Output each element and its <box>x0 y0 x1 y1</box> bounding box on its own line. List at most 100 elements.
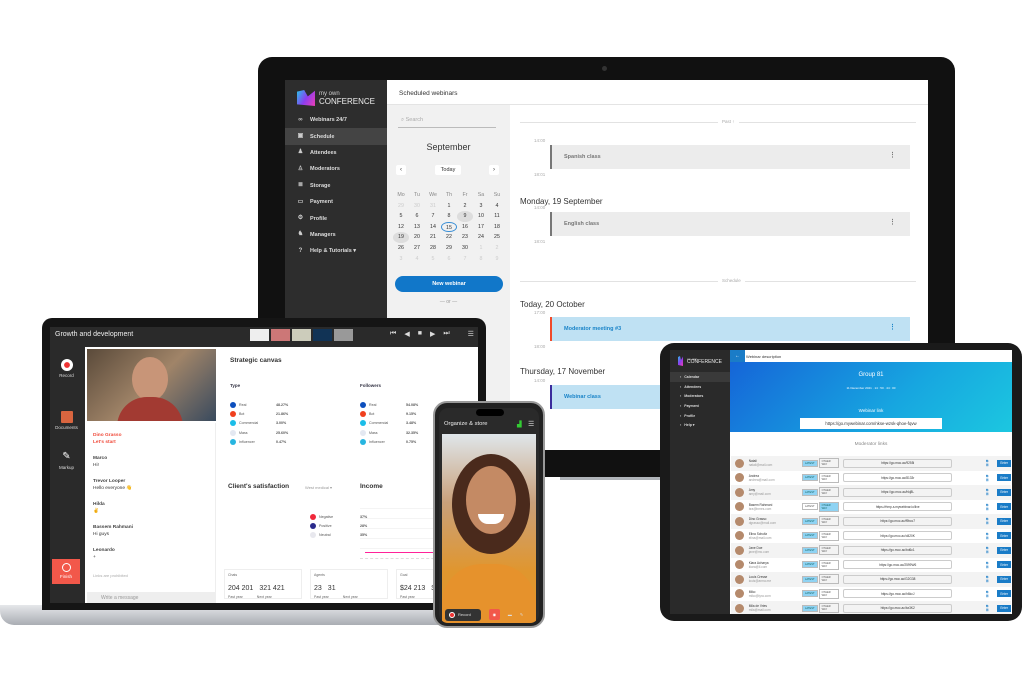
moderator-link-field[interactable]: https://go.moc.ac/h6kcJ <box>843 589 952 599</box>
calendar-day[interactable]: 15 <box>441 221 457 233</box>
webinar-link-field[interactable]: https://go.mywebinar.com/nkse-wzsk-qhoe-… <box>800 418 942 429</box>
calendar-day[interactable]: 5 <box>393 211 409 222</box>
enter-button[interactable]: Enter <box>997 517 1011 525</box>
enter-button[interactable]: Enter <box>997 546 1011 554</box>
link-type-toggle[interactable]: LATEST <box>801 575 818 583</box>
event-card[interactable]: English class ⋮ <box>550 212 910 236</box>
link-type-toggle[interactable]: OTHER WAY <box>818 501 840 512</box>
calendar-day[interactable]: 9 <box>457 211 473 222</box>
calendar-day[interactable]: 4 <box>409 254 425 265</box>
menu-icon[interactable]: ☰ <box>528 420 534 428</box>
moderator-link-field[interactable]: https://go.moc.ac/bd6c1 <box>843 545 952 555</box>
calendar-day[interactable]: 7 <box>425 211 441 222</box>
tablet-nav-profile[interactable]: ▪ Profile <box>670 411 730 421</box>
calendar-day[interactable]: 16 <box>457 222 473 233</box>
calendar-day[interactable]: 18 <box>489 222 505 233</box>
link-type-toggle[interactable]: OTHER WAY <box>818 545 840 556</box>
broadcast-button[interactable]: ◉ <box>488 609 500 620</box>
enter-button[interactable]: Enter <box>997 575 1011 583</box>
calendar-day[interactable]: 6 <box>409 211 425 222</box>
calendar-day[interactable]: 19 <box>393 232 409 243</box>
enter-button[interactable]: Enter <box>997 532 1011 540</box>
more-options-icon[interactable]: ⋮ <box>889 323 896 331</box>
copy-icon[interactable]: ⧉ ▣ <box>986 590 991 598</box>
calendar-day[interactable]: 6 <box>441 254 457 265</box>
sidebar-item-profile[interactable]: ⚙ Profile <box>285 210 387 226</box>
sidebar-item-payment[interactable]: ▭ Payment <box>285 194 387 210</box>
enter-button[interactable]: Enter <box>997 488 1011 496</box>
enter-button[interactable]: Enter <box>997 604 1011 612</box>
prev-icon[interactable]: ◀ <box>404 330 409 338</box>
documents-button[interactable]: Documents <box>50 411 83 430</box>
copy-icon[interactable]: ⧉ ▣ <box>986 459 991 467</box>
copy-icon[interactable]: ⧉ ▣ <box>986 546 991 554</box>
sidebar-item-attendees[interactable]: ♟ Attendees <box>285 145 387 161</box>
calendar-day[interactable]: 10 <box>473 211 489 222</box>
copy-icon[interactable]: ⧉ ▣ <box>986 561 991 569</box>
calendar-day[interactable]: 23 <box>457 232 473 243</box>
markup-button[interactable]: ✎ Markup <box>50 451 83 470</box>
link-type-toggle[interactable]: OTHER WAY <box>818 588 840 599</box>
next-month-button[interactable]: › <box>489 165 499 175</box>
tablet-nav-payment[interactable]: ▪ Payment <box>670 401 730 411</box>
enter-button[interactable]: Enter <box>997 459 1011 467</box>
sidebar-item-help-tutorials[interactable]: ? Help & Tutorials ▾ <box>285 243 387 259</box>
moderator-link-field[interactable]: https://go.moc.ac/9255i <box>843 458 952 468</box>
calendar-day[interactable]: 14 <box>425 222 441 233</box>
calendar-day[interactable]: 28 <box>425 243 441 254</box>
calendar-day[interactable]: 17 <box>473 222 489 233</box>
sidebar-item-moderators[interactable]: ♙ Moderators <box>285 161 387 177</box>
menu-icon[interactable]: ☰ <box>468 330 474 338</box>
moderator-link-field[interactable]: https://go.moc.ac/f9bcc7 <box>843 516 952 526</box>
calendar-day[interactable]: 8 <box>441 211 457 222</box>
event-card[interactable]: Moderator meeting #3 ⋮ <box>550 317 910 341</box>
calendar-day[interactable]: 21 <box>425 232 441 243</box>
calendar-day[interactable]: 2 <box>489 243 505 254</box>
calendar-day[interactable]: 24 <box>473 232 489 243</box>
link-type-toggle[interactable]: OTHER WAY <box>818 472 840 483</box>
copy-icon[interactable]: ⧉ ▣ <box>986 532 991 540</box>
tablet-nav-calendar[interactable]: ▪ Calendar <box>670 372 730 382</box>
calendar-day[interactable]: 31 <box>425 201 441 212</box>
tablet-nav-moderators[interactable]: ▪ Moderators <box>670 391 730 401</box>
calendar-day[interactable]: 9 <box>489 254 505 265</box>
link-type-toggle[interactable]: OTHER WAY <box>818 574 840 585</box>
calendar-day[interactable]: 27 <box>409 243 425 254</box>
link-type-toggle[interactable]: LATEST <box>801 459 818 467</box>
link-type-toggle[interactable]: LATEST <box>801 474 818 482</box>
play-icon[interactable]: ▶ <box>430 330 435 338</box>
link-type-toggle[interactable]: OTHER WAY <box>818 530 840 541</box>
back-button[interactable]: ← <box>730 350 745 362</box>
moderator-link-field[interactable]: https://go.moc.ac/G2G38 <box>843 574 952 584</box>
slide-thumbnails[interactable] <box>250 329 353 341</box>
enter-button[interactable]: Enter <box>997 503 1011 511</box>
tablet-nav-attendees[interactable]: ▪ Attendees <box>670 382 730 392</box>
region-dropdown[interactable]: West medical ▾ <box>305 485 332 490</box>
link-type-toggle[interactable]: LATEST <box>801 532 818 540</box>
calendar-day[interactable]: 22 <box>441 232 457 243</box>
link-type-toggle[interactable]: OTHER WAY <box>818 603 840 614</box>
copy-icon[interactable]: ⧉ ▣ <box>986 517 991 525</box>
search-input[interactable]: ⌕ Search <box>398 113 496 128</box>
calendar-day[interactable]: 3 <box>473 201 489 212</box>
sidebar-item-managers[interactable]: ♞ Managers <box>285 227 387 243</box>
moderator-link-field[interactable]: https://go.moc.ac/2599W6 <box>843 560 952 570</box>
sidebar-item-storage[interactable]: ≣ Storage <box>285 178 387 194</box>
sidebar-item-webinars-24-7[interactable]: ∞ Webinars 24/7 <box>285 112 387 128</box>
calendar-day[interactable]: 25 <box>489 232 505 243</box>
sidebar-item-schedule[interactable]: ▣ Schedule <box>285 128 387 145</box>
record-button[interactable]: Record <box>445 608 481 621</box>
calendar-day[interactable]: 13 <box>409 222 425 233</box>
stop-icon[interactable]: ■ <box>418 330 422 338</box>
tablet-nav-help[interactable]: ▪ Help ▾ <box>670 420 730 430</box>
new-webinar-button[interactable]: New webinar <box>395 276 503 292</box>
finish-button[interactable]: Finish <box>52 559 80 584</box>
enter-button[interactable]: Enter <box>997 590 1011 598</box>
calendar-day[interactable]: 20 <box>409 232 425 243</box>
calendar-day[interactable]: 3 <box>393 254 409 265</box>
calendar-day[interactable]: 30 <box>409 201 425 212</box>
more-options-icon[interactable]: ⋮ <box>889 218 896 226</box>
calendar-day[interactable]: 12 <box>393 222 409 233</box>
moderator-link-field[interactable]: https://go.moc.ac/hkj8L <box>843 487 952 497</box>
link-type-toggle[interactable]: LATEST <box>801 503 818 511</box>
